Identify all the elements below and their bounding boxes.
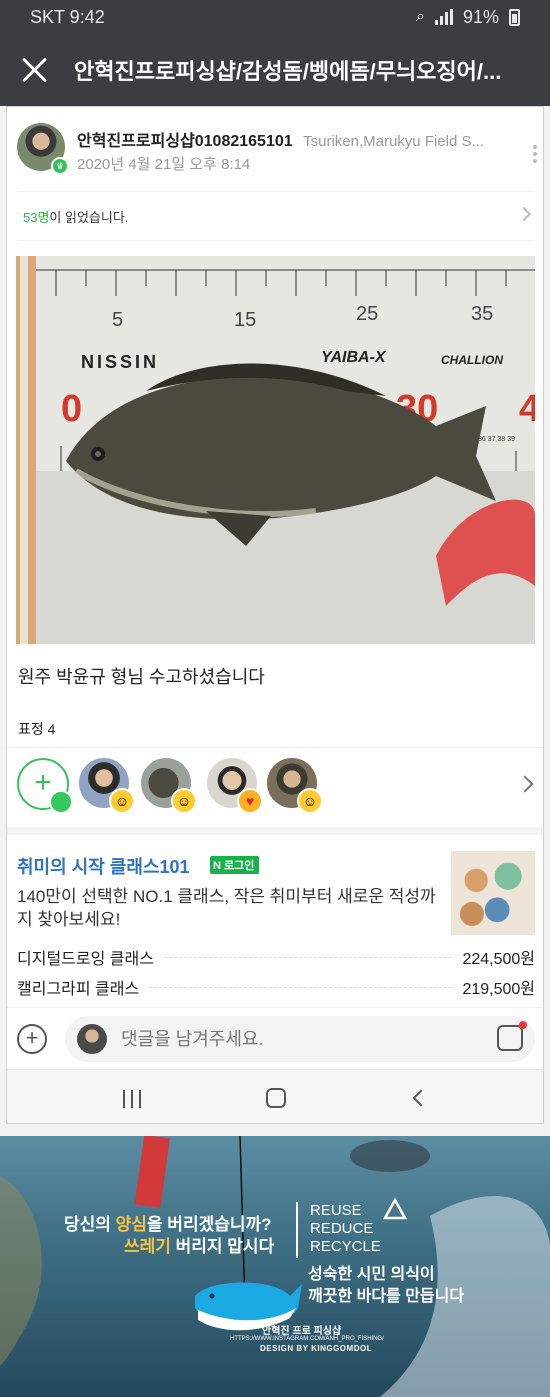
scale-number-25: 25 bbox=[356, 303, 378, 325]
android-nav-bar bbox=[7, 1069, 543, 1123]
crown-icon: ♛ bbox=[51, 157, 69, 175]
sticker-icon[interactable] bbox=[497, 1021, 527, 1051]
banner-line2-b: 버리지 맙시다 bbox=[170, 1237, 275, 1256]
brand-yaiba: YAIBA-X bbox=[321, 349, 387, 366]
close-icon[interactable] bbox=[20, 56, 48, 84]
banner-line2-highlight: 쓰레기 bbox=[124, 1237, 171, 1256]
ad-item-name: 디지털드로잉 클래스 bbox=[17, 951, 154, 968]
banner-art bbox=[0, 1136, 550, 1397]
author-group: Tsuriken,Marukyu Field S... bbox=[303, 133, 485, 150]
fish-photo-svg: 5 15 25 35 NISSIN YAIBA-X CHALLION 0 30 … bbox=[16, 256, 535, 644]
status-icons: ⌕ 91% bbox=[416, 7, 520, 28]
grin-emoji-icon: ☺ bbox=[297, 788, 323, 814]
slogan-recycle: RECYCLE bbox=[310, 1238, 381, 1255]
battery-percent: 91% bbox=[462, 6, 499, 27]
read-count: 53명 bbox=[23, 209, 50, 225]
ad-title[interactable]: 취미의 시작 클래스101 bbox=[17, 853, 190, 879]
banner-line2: 쓰레기 버리지 맙시다 bbox=[124, 1232, 274, 1257]
status-time: SKT 9:42 bbox=[30, 6, 105, 27]
scale-number-15: 15 bbox=[234, 309, 256, 331]
post-card: ♛ 안혁진프로피싱샵01082165101 Tsuriken,Marukyu F… bbox=[6, 106, 544, 1124]
scale-big-4: 4 bbox=[519, 388, 535, 430]
app-header: 안혁진프로피싱샵/감성돔/벵에돔/무늬오징어/... bbox=[0, 34, 550, 106]
ad-item-price: 224,500원 bbox=[462, 951, 535, 968]
comment-bar: + bbox=[7, 1007, 543, 1069]
banner-credit: DESIGN BY KINGGOMDOL bbox=[260, 1344, 373, 1353]
chevron-right-icon[interactable] bbox=[516, 775, 534, 793]
ad-thumbnail[interactable] bbox=[451, 851, 535, 935]
slogan-reduce: REDUCE bbox=[310, 1220, 374, 1237]
ad-item-name: 캘리그라피 클래스 bbox=[17, 981, 140, 998]
banner-divider bbox=[296, 1202, 298, 1258]
post-date: 2020년 4월 21일 오후 8:14 bbox=[77, 156, 251, 173]
post-header: ♛ 안혁진프로피싱샵01082165101 Tsuriken,Marukyu F… bbox=[17, 123, 537, 183]
header-title: 안혁진프로피싱샵/감성돔/벵에돔/무늬오징어/... bbox=[74, 59, 502, 84]
brand-nissin: NISSIN bbox=[81, 352, 159, 372]
post-caption: 원주 박윤규 형님 수고하셨습니다 bbox=[18, 667, 265, 687]
ad-block[interactable]: 취미의 시작 클래스101 N 로그인 140만이 선택한 NO.1 클래스, … bbox=[7, 827, 543, 1007]
more-options-icon[interactable] bbox=[533, 145, 537, 163]
comment-input[interactable] bbox=[65, 1016, 535, 1062]
battery-icon bbox=[509, 8, 520, 26]
home-icon[interactable] bbox=[266, 1088, 286, 1108]
ad-description: 140만이 선택한 NO.1 클래스, 작은 취미부터 새로운 적성까지 찾아보… bbox=[17, 887, 436, 929]
signal-icon bbox=[434, 9, 453, 25]
reactions-bar: + ☺ ☺ ♥ ☺ bbox=[7, 747, 543, 827]
banner-civic-line2: 깨끗한 바다를 만듭니다 bbox=[308, 1288, 465, 1305]
ocean-cleanup-banner: 당신의 양심을 버리겠습니까? 쓰레기 버리지 맙시다 REUSE REDUCE… bbox=[0, 1136, 550, 1397]
grin-emoji-icon: ☺ bbox=[109, 788, 135, 814]
banner-line1-a: 당신의 bbox=[64, 1215, 116, 1234]
wifi-icon: ⌕ bbox=[416, 8, 425, 25]
recent-apps-icon[interactable] bbox=[123, 1090, 141, 1108]
banner-shop-name: 안혁진 프로 피싱샵 bbox=[262, 1326, 342, 1337]
fish-photo[interactable]: 5 15 25 35 NISSIN YAIBA-X CHALLION 0 30 … bbox=[16, 256, 535, 644]
read-suffix: 이 읽었습니다. bbox=[49, 209, 129, 225]
reaction-user-avatar[interactable]: ♥ bbox=[207, 758, 263, 814]
ad-item-price: 219,500원 bbox=[462, 981, 535, 998]
recycle-slogan: REUSE REDUCE RECYCLE bbox=[310, 1202, 381, 1256]
banner-civic-line1: 성숙한 시민 의식이 bbox=[308, 1266, 435, 1283]
grin-emoji-icon: ☺ bbox=[171, 788, 197, 814]
brand-challion: CHALLION bbox=[441, 353, 503, 367]
plus-icon[interactable]: + bbox=[17, 1024, 47, 1054]
ad-login-label: 로그인 bbox=[224, 860, 255, 872]
scale-big-0: 0 bbox=[61, 388, 82, 430]
comment-avatar bbox=[77, 1024, 107, 1054]
author-name[interactable]: 안혁진프로피싱샵01082165101 bbox=[77, 133, 293, 150]
reaction-user-avatar[interactable]: ☺ bbox=[79, 758, 135, 814]
reaction-user-avatar[interactable]: ☺ bbox=[141, 758, 197, 814]
read-count-row[interactable]: 53명 이 읽었습니다. bbox=[17, 191, 533, 241]
banner-instagram-url: HTTPS://WWW.INSTAGRAM.COM/ANH_PRO_FISHIN… bbox=[230, 1336, 384, 1342]
reaction-user-avatar[interactable]: ☺ bbox=[267, 758, 323, 814]
scale-number-35: 35 bbox=[471, 303, 493, 325]
author-line: 안혁진프로피싱샵01082165101 Tsuriken,Marukyu Fie… bbox=[77, 127, 517, 151]
naver-login-badge[interactable]: N 로그인 bbox=[210, 856, 260, 874]
chevron-right-icon bbox=[516, 206, 532, 222]
scale-number-5: 5 bbox=[112, 309, 123, 331]
back-icon[interactable] bbox=[412, 1089, 430, 1107]
ad-item-row[interactable]: 캘리그라피 클래스 219,500원 bbox=[17, 973, 535, 1001]
ad-item-row[interactable]: 디지털드로잉 클래스 224,500원 bbox=[17, 943, 535, 971]
smile-icon bbox=[49, 790, 73, 814]
reactions-label: 표정 4 bbox=[18, 721, 56, 737]
heart-eyes-emoji-icon: ♥ bbox=[237, 788, 263, 814]
add-reaction-button[interactable]: + bbox=[17, 758, 73, 814]
slogan-reuse: REUSE bbox=[310, 1202, 362, 1219]
scale-small-numbers: 36 37 38 39 bbox=[478, 436, 515, 443]
status-bar: SKT 9:42 ⌕ 91% bbox=[0, 0, 550, 34]
